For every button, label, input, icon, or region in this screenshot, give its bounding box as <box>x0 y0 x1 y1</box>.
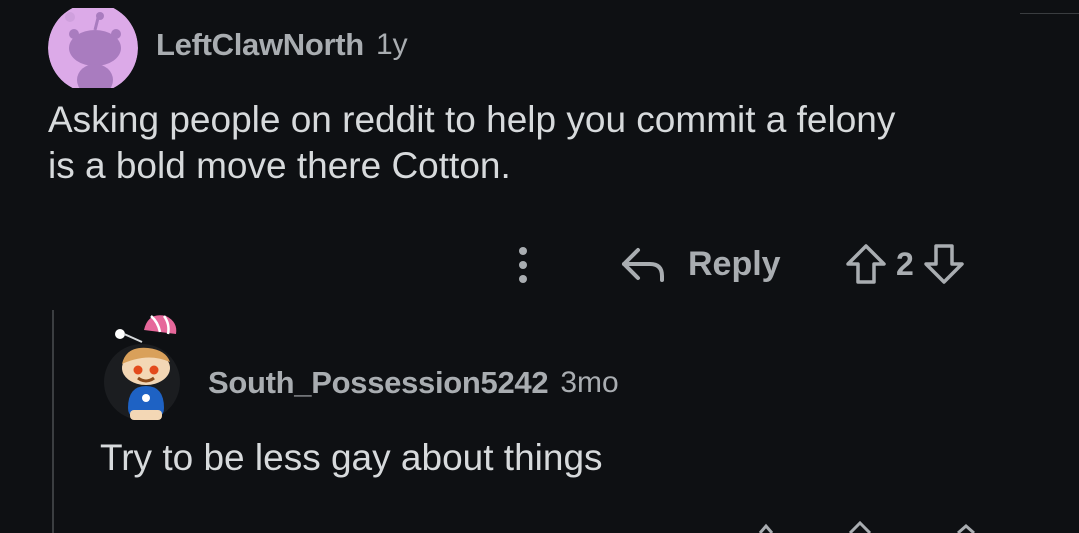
divider <box>1020 13 1079 14</box>
avatar[interactable] <box>48 3 140 93</box>
reply-button[interactable]: Reply <box>620 240 781 288</box>
reply-arrow-icon <box>622 248 664 282</box>
comment-author[interactable]: LeftClawNorth <box>156 27 364 63</box>
comment-actions: Reply 2 <box>500 236 1020 292</box>
vote-score: 2 <box>896 245 914 282</box>
comment-body: Asking people on reddit to help you comm… <box>48 99 896 186</box>
upvote-button[interactable] <box>842 240 890 288</box>
upvote-arrow-icon <box>846 244 886 284</box>
thread-line[interactable] <box>52 310 54 533</box>
comment-author[interactable]: South_Possession5242 <box>208 365 549 401</box>
comment-header: LeftClawNorth 1y <box>48 3 408 93</box>
comment-actions-partial <box>700 520 1000 533</box>
downvote-arrow-icon <box>924 244 964 284</box>
snoo-avatar-icon <box>48 3 140 93</box>
comment-header: South_Possession5242 3mo <box>104 312 619 424</box>
reply-label: Reply <box>688 244 781 283</box>
avatar[interactable] <box>104 312 184 424</box>
downvote-button[interactable] <box>920 240 968 288</box>
vertical-ellipsis-icon <box>519 247 527 283</box>
comment-body: Try to be less gay about things <box>100 437 603 478</box>
snoo-avatar-icon <box>104 315 180 420</box>
vote-controls: 2 <box>842 240 968 288</box>
comment-age: 1y <box>375 28 408 61</box>
vote-arrows-icon <box>758 520 975 533</box>
comment-age: 3mo <box>560 366 619 399</box>
more-options-button[interactable] <box>514 244 532 286</box>
